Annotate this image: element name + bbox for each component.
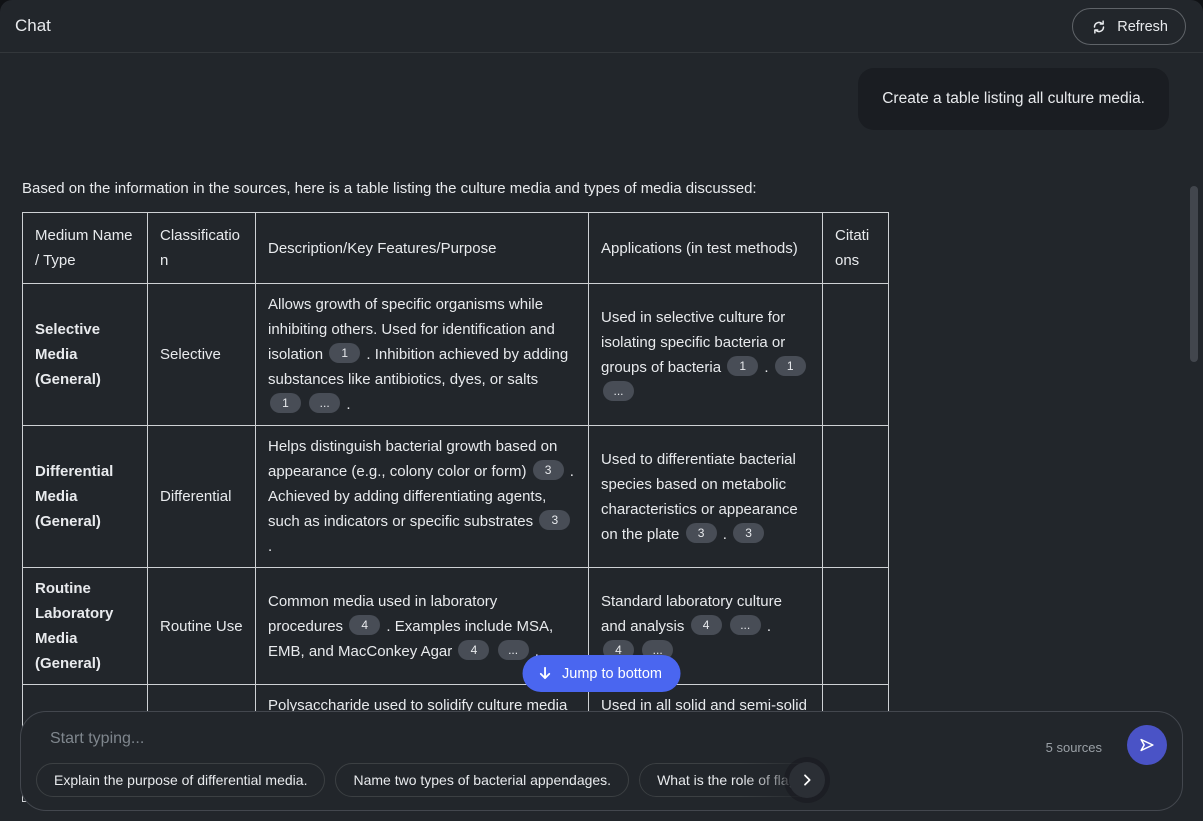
cell-medium-name: Routine Laboratory Media (General) [23,568,148,685]
cell-medium-name: Differential Media (General) [23,426,148,568]
refresh-label: Refresh [1117,19,1168,35]
cell-description: Allows growth of specific organisms whil… [256,284,589,426]
scrollbar-thumb[interactable] [1190,186,1198,362]
citation-chip[interactable]: 4 [349,615,380,635]
top-bar: Chat Refresh [0,0,1203,53]
cell-classification: Differential [148,426,256,568]
chevron-right-icon [799,772,815,788]
refresh-icon [1090,18,1108,36]
citation-chip[interactable]: 3 [733,523,764,543]
response-intro: Based on the information in the sources,… [22,178,1181,199]
citation-chip[interactable]: 3 [539,510,570,530]
cell-applications: Used to differentiate bacterial species … [589,426,823,568]
cell-medium-name: Selective Media (General) [23,284,148,426]
chat-panel: Chat Refresh Create a table listing all … [0,0,1203,821]
chat-scroll-area[interactable]: Create a table listing all culture media… [0,52,1203,821]
send-icon [1137,735,1157,755]
user-message-bubble: Create a table listing all culture media… [858,68,1169,130]
column-header-classification: Classification [148,213,256,284]
column-header-applications: Applications (in test methods) [589,213,823,284]
composer: 5 sources Explain the purpose of differe… [20,711,1183,811]
column-header-medium-name: Medium Name / Type [23,213,148,284]
cell-classification: Selective [148,284,256,426]
cell-citations [823,426,889,568]
send-button[interactable] [1127,725,1167,765]
column-header-citations: Citations [823,213,889,284]
suggestion-chip-bacterial-appendages[interactable]: Name two types of bacterial appendages. [335,763,629,797]
citation-chip[interactable]: 1 [270,393,301,413]
citation-chip[interactable]: ... [730,615,761,635]
cell-applications: Used in selective culture for isolating … [589,284,823,426]
user-message-row: Create a table listing all culture media… [22,68,1181,130]
citation-chip[interactable]: 4 [458,640,489,660]
jump-to-bottom-label: Jump to bottom [562,666,662,682]
table-row: Differential Media (General)Differential… [23,426,889,568]
citation-chip[interactable]: 1 [329,343,360,363]
citation-chip[interactable]: 4 [691,615,722,635]
chat-input[interactable] [48,729,691,749]
down-arrow-icon [536,665,553,682]
citation-chip[interactable]: ... [309,393,340,413]
page-title: Chat [15,16,51,36]
column-header-description: Description/Key Features/Purpose [256,213,589,284]
cell-citations [823,284,889,426]
table-row: Selective Media (General)SelectiveAllows… [23,284,889,426]
citation-chip[interactable]: ... [498,640,529,660]
table-header-row: Medium Name / Type Classification Descri… [23,213,889,284]
citation-chip[interactable]: 1 [727,356,758,376]
suggestion-chips-row: Explain the purpose of differential medi… [36,762,825,798]
sources-count: 5 sources [1046,740,1102,755]
jump-to-bottom-button[interactable]: Jump to bottom [522,655,681,692]
citation-chip[interactable]: 3 [533,460,564,480]
citation-chip[interactable]: ... [603,381,634,401]
cell-citations [823,568,889,685]
citation-chip[interactable]: 1 [775,356,806,376]
chips-scroll-right-button[interactable] [789,762,825,798]
cell-description: Helps distinguish bacterial growth based… [256,426,589,568]
cell-classification: Routine Use [148,568,256,685]
suggestion-chip-differential-media[interactable]: Explain the purpose of differential medi… [36,763,325,797]
refresh-button[interactable]: Refresh [1072,8,1186,45]
table-row: Routine Laboratory Media (General)Routin… [23,568,889,685]
citation-chip[interactable]: 3 [686,523,717,543]
